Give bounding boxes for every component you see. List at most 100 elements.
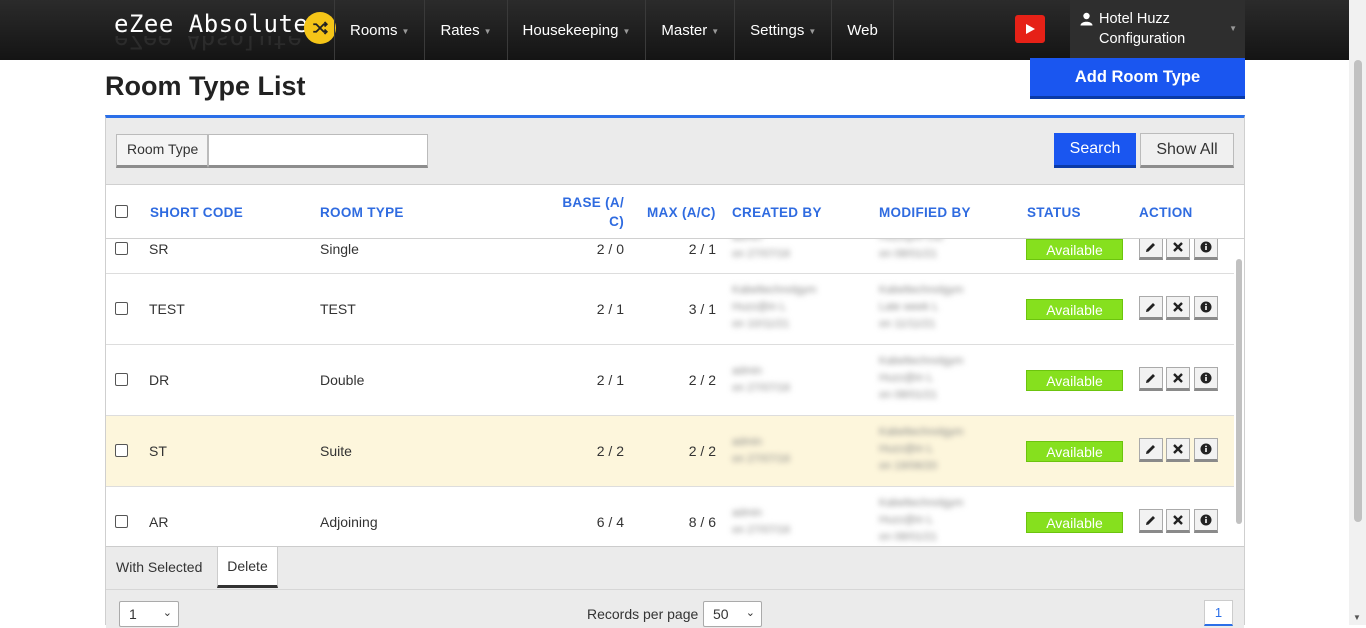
- max-occupancy: 3 / 1: [688, 301, 716, 317]
- delete-selected-button[interactable]: Delete: [217, 547, 278, 588]
- records-per-page-label: Records per page: [587, 606, 699, 622]
- delete-icon[interactable]: [1166, 509, 1190, 533]
- created-by-redacted: adminon 27/07/16: [732, 365, 791, 394]
- col-created-by[interactable]: CREATED BY: [732, 205, 822, 220]
- table-scrollbar[interactable]: [1236, 259, 1242, 524]
- page-number-button[interactable]: 1: [1204, 600, 1233, 626]
- chevron-down-icon: ▼: [401, 26, 410, 36]
- room-type-name: Double: [320, 372, 365, 388]
- pagination-bar: 1 ⌄ Records per page 50 ⌄ 1: [106, 589, 1244, 628]
- nav-rooms[interactable]: Rooms ▼: [334, 0, 424, 60]
- top-navbar: eZee Absolute eZee Absolute Rooms ▼ Rates…: [0, 0, 1366, 60]
- max-occupancy: 8 / 6: [688, 514, 716, 530]
- room-type-panel: Room Type Search Show All SHORT CODE ROO…: [105, 115, 1245, 628]
- edit-icon[interactable]: [1139, 509, 1163, 533]
- nav-web[interactable]: Web: [831, 0, 894, 60]
- info-icon[interactable]: [1194, 367, 1218, 391]
- info-icon[interactable]: [1194, 438, 1218, 462]
- row-checkbox[interactable]: [115, 515, 128, 528]
- nav-rates-label: Rates: [440, 21, 480, 39]
- col-room-type[interactable]: ROOM TYPE: [320, 205, 404, 220]
- row-checkbox[interactable]: [115, 373, 128, 386]
- table-row: DR Double 2 / 1 2 / 2 admin on 27/07/16 K…: [106, 345, 1234, 416]
- add-room-type-button[interactable]: Add Room Type: [1030, 58, 1245, 99]
- brand-logo[interactable]: eZee Absolute: [114, 10, 308, 38]
- modified-by-redacted: Kabeltechnolgym Huzz@in Lon 19/06/20: [879, 426, 964, 472]
- edit-icon[interactable]: [1139, 239, 1163, 260]
- user-menu[interactable]: Hotel Huzz Configuration ▼: [1070, 0, 1245, 60]
- nav-master[interactable]: Master ▼: [645, 0, 734, 60]
- base-occupancy: 2 / 2: [596, 443, 624, 459]
- info-icon[interactable]: [1194, 296, 1218, 320]
- search-button[interactable]: Search: [1054, 133, 1136, 168]
- edit-icon[interactable]: [1139, 438, 1163, 462]
- short-code: TEST: [149, 301, 185, 317]
- base-occupancy: 2 / 1: [596, 372, 624, 388]
- page-scrollbar[interactable]: ▼: [1349, 0, 1366, 625]
- col-modified-by[interactable]: MODIFIED BY: [879, 205, 971, 220]
- row-checkbox[interactable]: [115, 302, 128, 315]
- nav-settings[interactable]: Settings ▼: [734, 0, 831, 60]
- table-row: AR Adjoining 6 / 4 8 / 6 admin on 27/07/1…: [106, 487, 1234, 546]
- delete-icon[interactable]: [1166, 239, 1190, 260]
- col-max[interactable]: MAX (A/C): [647, 205, 716, 220]
- created-by-redacted: Kabeltechnolgym Huzz@in Lon 10/11/21: [732, 284, 817, 330]
- row-checkbox[interactable]: [115, 242, 128, 255]
- info-icon[interactable]: [1194, 509, 1218, 533]
- nav-housekeeping[interactable]: Housekeeping ▼: [506, 0, 646, 60]
- col-base-line1[interactable]: BASE (A/: [562, 195, 624, 210]
- short-code: ST: [149, 443, 167, 459]
- scroll-down-icon[interactable]: ▼: [1353, 613, 1361, 622]
- with-selected-label: With Selected: [116, 559, 203, 575]
- user-role: Configuration: [1099, 31, 1186, 47]
- table-row: SR Single 2 / 0 2 / 1 adminon 27/07/16 H…: [106, 239, 1234, 274]
- room-type-name: Adjoining: [320, 514, 378, 530]
- edit-icon[interactable]: [1139, 296, 1163, 320]
- chevron-down-icon: ⌄: [162, 607, 172, 619]
- nav-rates[interactable]: Rates ▼: [424, 0, 506, 60]
- col-base-line2[interactable]: C): [562, 214, 624, 229]
- nav-settings-label: Settings: [750, 21, 805, 39]
- youtube-icon[interactable]: [1015, 15, 1045, 43]
- brand-reflection: eZee Absolute: [114, 36, 302, 54]
- table-row: TEST TEST 2 / 1 3 / 1 Kabeltechnolgym Huz…: [106, 274, 1234, 345]
- modified-by-redacted: Kabeltechnolgym Huzz@in Lon 08/01/21: [879, 355, 964, 401]
- main-nav: Rooms ▼ Rates ▼ Housekeeping ▼ Master ▼ Sett…: [334, 0, 894, 60]
- modified-by-redacted: Kabeltechnolgym Huzz@in Lon 08/01/21: [879, 497, 964, 543]
- delete-icon[interactable]: [1166, 438, 1190, 462]
- edit-icon[interactable]: [1139, 367, 1163, 391]
- records-per-page-select[interactable]: 50 ⌄: [703, 601, 762, 627]
- delete-icon[interactable]: [1166, 296, 1190, 320]
- max-occupancy: 2 / 2: [688, 372, 716, 388]
- page-title: Room Type List: [105, 71, 306, 101]
- page-select[interactable]: 1 ⌄: [119, 601, 179, 627]
- row-checkbox[interactable]: [115, 444, 128, 457]
- max-occupancy: 2 / 1: [688, 241, 716, 257]
- col-status[interactable]: STATUS: [1027, 205, 1081, 220]
- page-scrollbar-thumb[interactable]: [1354, 60, 1362, 522]
- bulk-actions-bar: With Selected Delete: [106, 546, 1244, 589]
- chevron-down-icon: ▼: [483, 26, 492, 36]
- show-all-button[interactable]: Show All: [1140, 133, 1234, 168]
- created-by-redacted: adminon 27/07/16: [732, 507, 791, 536]
- status-badge: Available: [1026, 299, 1123, 320]
- info-icon[interactable]: [1194, 239, 1218, 260]
- records-per-page-value: 50: [713, 606, 729, 622]
- nav-housekeeping-label: Housekeeping: [522, 21, 619, 39]
- created-by-redacted: adminon 27/07/16: [732, 436, 791, 465]
- user-icon: [1080, 12, 1093, 30]
- col-short-code[interactable]: SHORT CODE: [150, 205, 243, 220]
- max-occupancy: 2 / 2: [688, 443, 716, 459]
- shuffle-icon[interactable]: [304, 12, 336, 44]
- created-by-redacted: adminon 27/07/16: [732, 239, 791, 260]
- chevron-down-icon: ▼: [622, 26, 631, 36]
- status-badge: Available: [1026, 441, 1123, 462]
- room-type-name: Single: [320, 241, 359, 257]
- base-occupancy: 2 / 0: [596, 241, 624, 257]
- room-type-filter-input[interactable]: [208, 134, 428, 168]
- modified-by-redacted: Kabeltechnolgym Late week Lon 11/11/21: [879, 284, 964, 330]
- delete-icon[interactable]: [1166, 367, 1190, 391]
- select-all-checkbox[interactable]: [115, 205, 128, 218]
- nav-web-label: Web: [847, 21, 878, 39]
- short-code: SR: [149, 241, 169, 257]
